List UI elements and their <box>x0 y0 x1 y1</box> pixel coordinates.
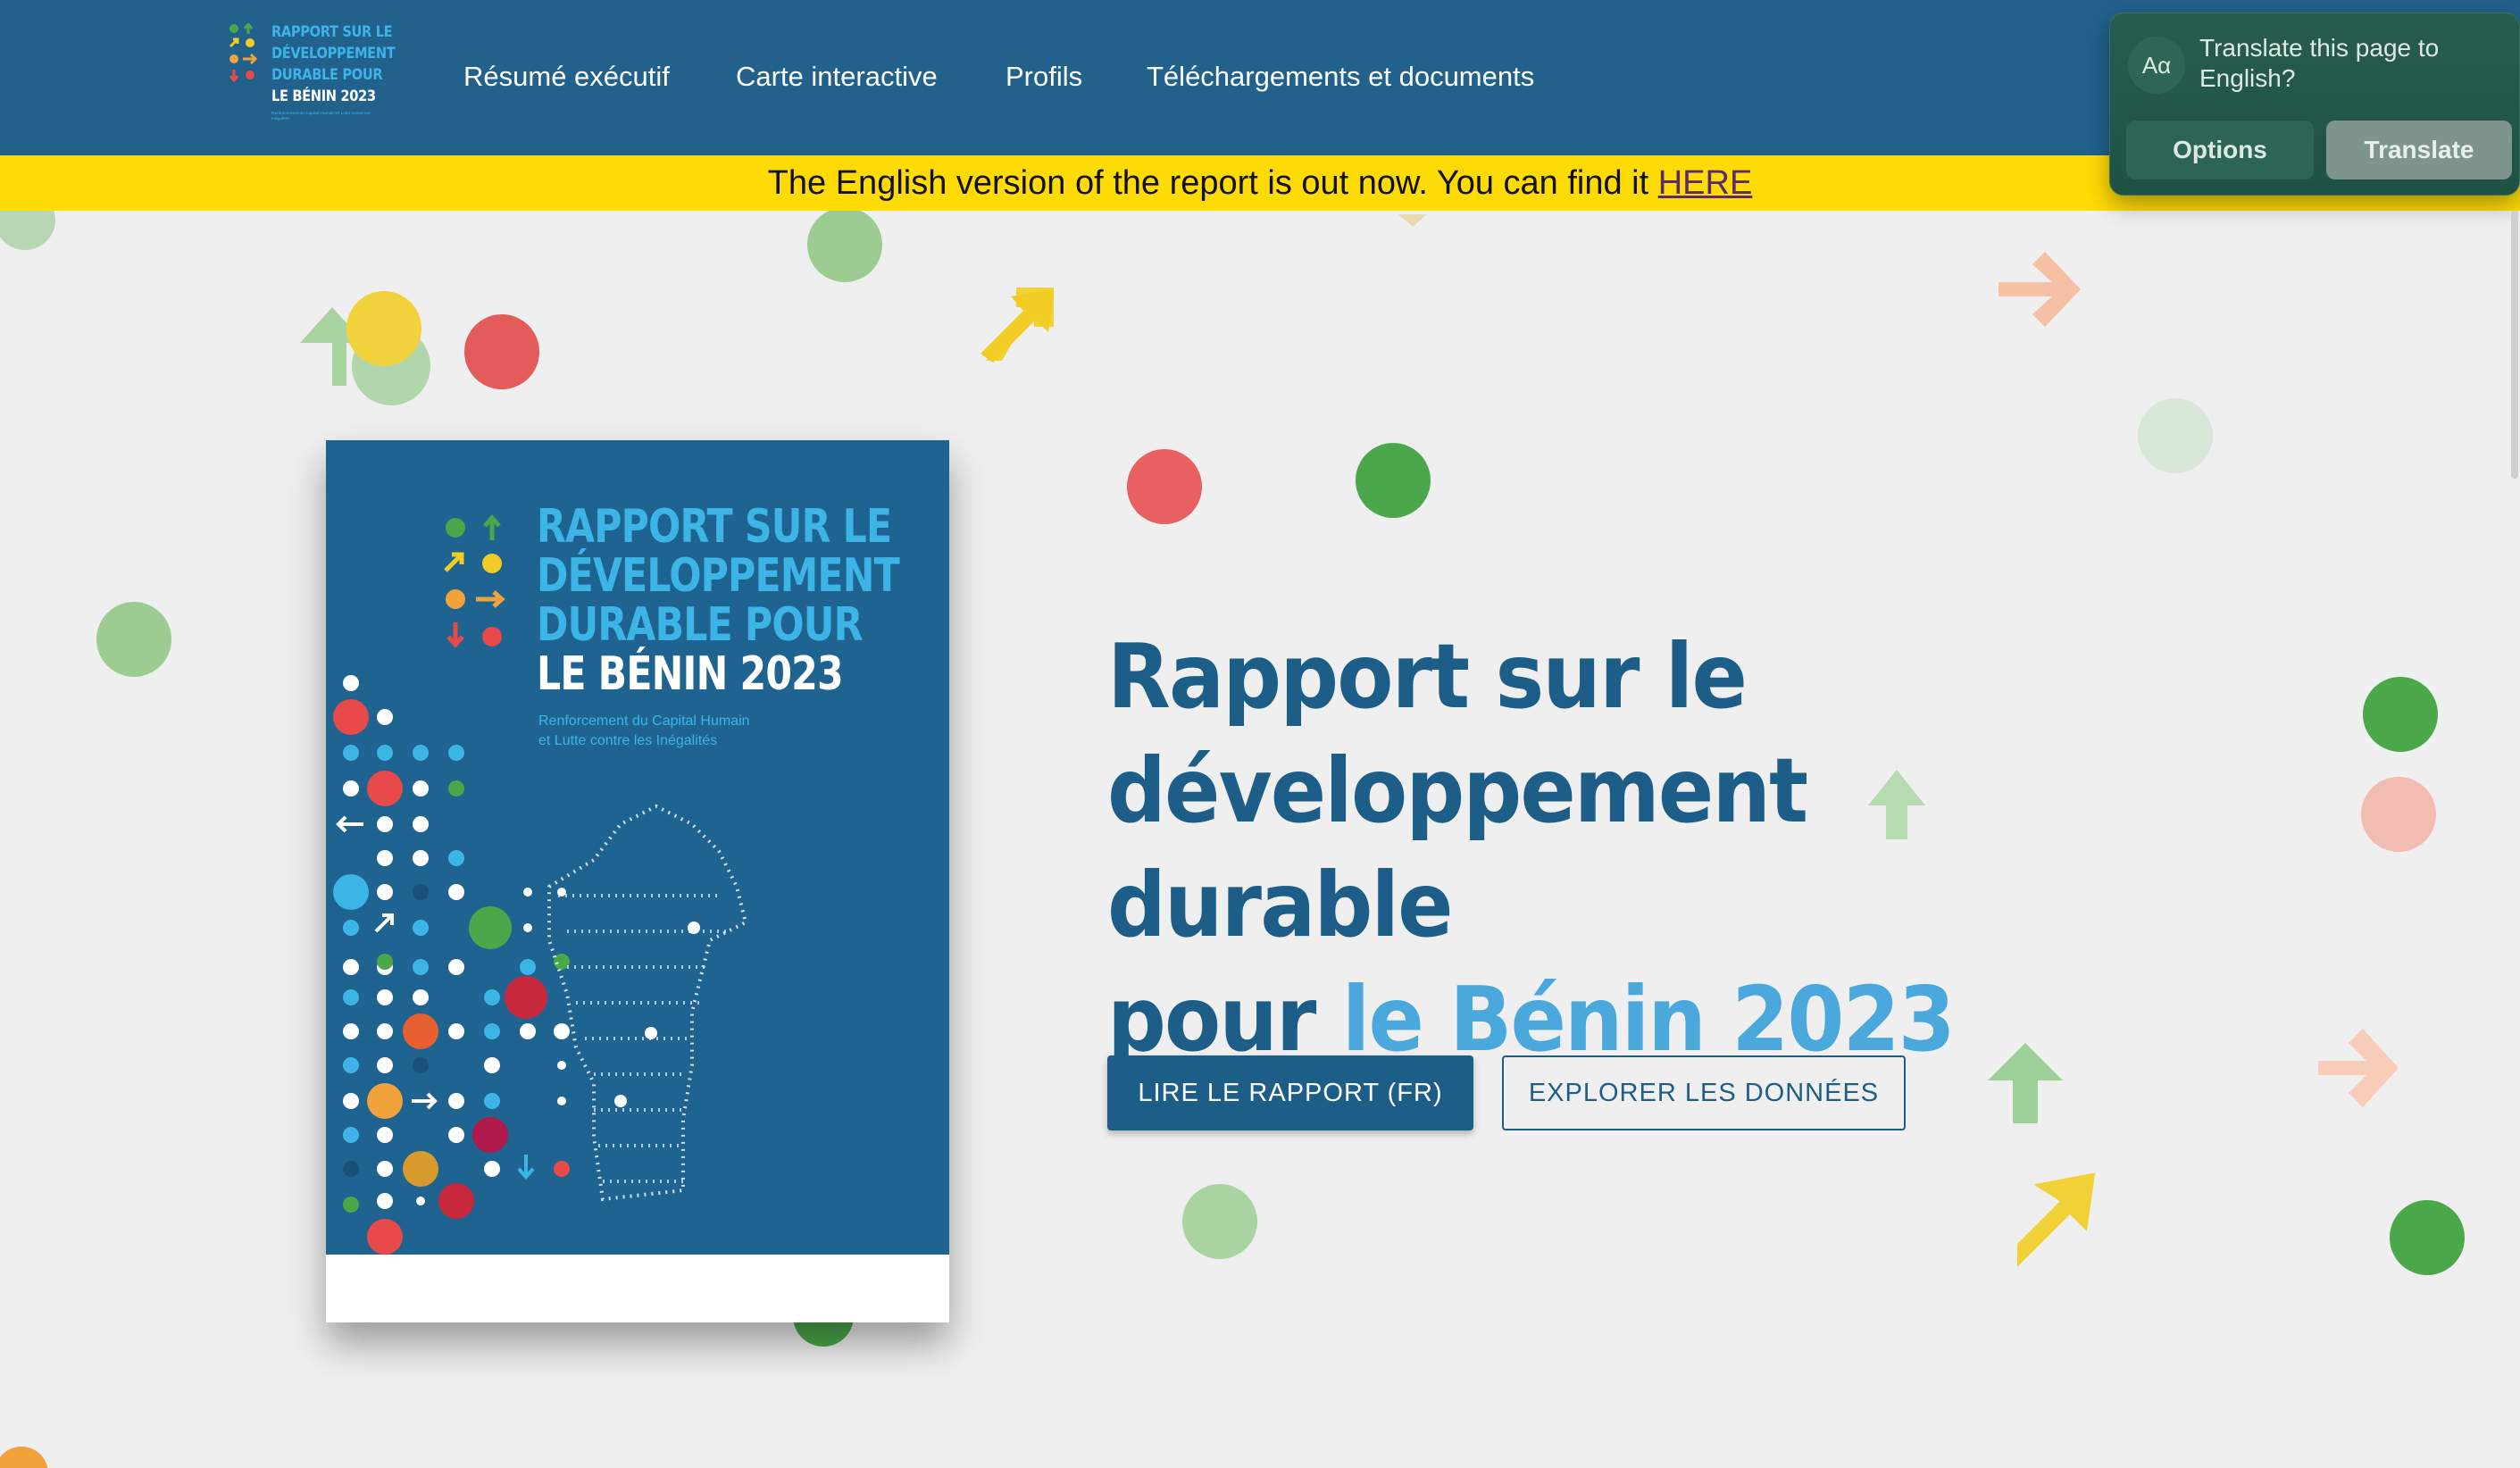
nav-carte-interactive[interactable]: Carte interactive <box>736 59 938 95</box>
hero-title: Rapport sur le développement durable pou… <box>1107 620 2175 1077</box>
cover-title: RAPPORT SUR LE DÉVELOPPEMENT DURABLE POU… <box>537 500 900 701</box>
cover-footer-logos <box>326 1255 949 1322</box>
hero-title-line-2: développement durable <box>1107 738 1808 957</box>
cover-title-line-1: RAPPORT SUR LE <box>537 500 892 554</box>
hero-title-line-1: Rapport sur le <box>1107 624 1748 729</box>
cover-title-line-4: LE BÉNIN 2023 <box>537 647 844 701</box>
cover-subtitle-line-2: et Lutte contre les Inégalités <box>538 733 718 748</box>
logo-subtitle: Renforcement du Capital Humain et Lutte … <box>271 111 371 121</box>
logo-line-1: RAPPORT SUR LE <box>271 23 393 41</box>
report-cover-image[interactable]: RAPPORT SUR LE DÉVELOPPEMENT DURABLE POU… <box>326 440 949 1322</box>
banner-link-here[interactable]: HERE <box>1658 164 1753 202</box>
logo-line-4: LE BÉNIN 2023 <box>271 88 376 105</box>
sdg-logo-icon <box>229 23 258 83</box>
nav-resume-executif[interactable]: Résumé exécutif <box>463 59 670 95</box>
logo-line-3: DURABLE POUR <box>271 66 383 84</box>
cover-title-line-2: DÉVELOPPEMENT <box>537 549 900 603</box>
site-logo[interactable]: RAPPORT SUR LE DÉVELOPPEMENT DURABLE POU… <box>229 21 404 134</box>
logo-line-2: DÉVELOPPEMENT <box>271 45 396 63</box>
explore-data-button[interactable]: EXPLORER LES DONNÉES <box>1502 1055 1906 1130</box>
translate-popup: Aα Translate this page to English? Optio… <box>2109 13 2520 196</box>
translate-options-button[interactable]: Options <box>2126 121 2314 179</box>
read-report-button[interactable]: LIRE LE RAPPORT (FR) <box>1107 1055 1473 1130</box>
page-scrollbar[interactable] <box>2511 211 2518 479</box>
cover-title-line-3: DURABLE POUR <box>537 598 863 652</box>
cover-subtitle: Renforcement du Capital Humain et Lutte … <box>538 712 750 751</box>
translate-message: Translate this page to English? <box>2199 34 2440 92</box>
translate-button[interactable]: Translate <box>2326 121 2512 179</box>
nav-profils[interactable]: Profils <box>1005 59 1082 95</box>
logo-wordmark: RAPPORT SUR LE DÉVELOPPEMENT DURABLE POU… <box>271 21 396 107</box>
banner-text: The English version of the report is out… <box>767 164 1658 202</box>
translate-icon: Aα <box>2128 37 2185 94</box>
nav-telechargements[interactable]: Téléchargements et documents <box>1147 59 1534 95</box>
cover-subtitle-line-1: Renforcement du Capital Humain <box>538 713 750 729</box>
